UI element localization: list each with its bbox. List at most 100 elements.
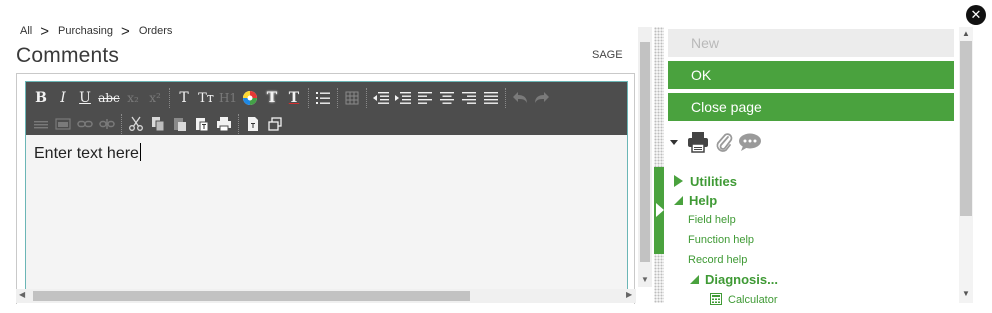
ok-button[interactable]: OK: [668, 61, 954, 89]
table-button[interactable]: [341, 87, 363, 109]
bold-button[interactable]: B: [30, 87, 52, 109]
paste-text-icon: [196, 118, 209, 132]
heading-button[interactable]: H1: [217, 87, 239, 109]
image-icon: [55, 118, 71, 130]
collapse-icon: [674, 196, 683, 205]
scroll-down-icon[interactable]: ▼: [962, 289, 970, 298]
breadcrumb: All > Purchasing > Orders: [20, 22, 173, 40]
editor-toolbar: B I U abc x₂ x² T Tᴛ H1 T T: [26, 82, 627, 135]
panel-splitter[interactable]: [654, 27, 664, 303]
calculator-icon: [710, 293, 722, 305]
redo-button[interactable]: [531, 87, 553, 109]
rich-text-editor[interactable]: B I U abc x₂ x² T Tᴛ H1 T T Enter text h…: [25, 81, 628, 293]
text-color-button[interactable]: T: [261, 87, 283, 109]
expand-arrow-icon: [656, 203, 664, 217]
unlink-icon: [99, 119, 115, 129]
source-button[interactable]: [242, 113, 264, 135]
print-button[interactable]: [213, 113, 235, 135]
paste-icon: [174, 118, 186, 131]
comment-icon[interactable]: [738, 132, 762, 152]
text-highlight-button[interactable]: T: [283, 87, 305, 109]
scrollbar-thumb[interactable]: [960, 41, 972, 216]
outdent-button[interactable]: [370, 87, 392, 109]
font-size-button[interactable]: T: [173, 87, 195, 109]
horizontal-rule-icon: [34, 121, 48, 129]
breadcrumb-separator: >: [121, 22, 130, 40]
strikethrough-button[interactable]: abc: [96, 87, 122, 109]
unlink-button[interactable]: [96, 113, 118, 135]
undo-icon: [513, 92, 527, 103]
indent-button[interactable]: [392, 87, 414, 109]
copy-button[interactable]: [147, 113, 169, 135]
breadcrumb-purchasing[interactable]: Purchasing: [58, 25, 113, 37]
dropdown-caret-icon[interactable]: [670, 139, 678, 145]
scroll-up-icon[interactable]: ▲: [962, 29, 970, 38]
scroll-left-icon[interactable]: ◀: [19, 290, 25, 299]
undo-button[interactable]: [509, 87, 531, 109]
print-icon: [217, 117, 231, 132]
color-picker-button[interactable]: [239, 87, 261, 109]
toolbar-divider: [238, 114, 239, 134]
close-page-button[interactable]: Close page: [668, 93, 954, 121]
outdent-icon: [373, 92, 389, 104]
fullscreen-icon: [268, 117, 282, 131]
editor-text: Enter text here: [34, 145, 139, 162]
list-icon: [316, 92, 330, 104]
fullscreen-button[interactable]: [264, 113, 286, 135]
tree-item-record-help[interactable]: Record help: [688, 254, 747, 266]
tree-node-diagnosis[interactable]: Diagnosis...: [690, 272, 778, 287]
print-icon[interactable]: [686, 131, 710, 153]
company-tag: SAGE: [592, 49, 623, 61]
toolbar-divider: [505, 88, 506, 108]
align-left-button[interactable]: [414, 87, 436, 109]
bullet-list-button[interactable]: [312, 87, 334, 109]
tree-item-function-help[interactable]: Function help: [688, 234, 754, 246]
italic-button[interactable]: I: [52, 87, 74, 109]
link-button[interactable]: [74, 113, 96, 135]
side-panel-scrollbar[interactable]: ▲ ▼: [959, 27, 973, 303]
tree-node-utilities[interactable]: Utilities: [674, 174, 737, 189]
toolbar-divider: [121, 114, 122, 134]
horizontal-rule-button[interactable]: [30, 113, 52, 135]
action-icons: [670, 131, 762, 153]
image-button[interactable]: [52, 113, 74, 135]
superscript-button[interactable]: x²: [144, 87, 166, 109]
paperclip-icon[interactable]: [714, 131, 734, 153]
tree-item-calculator[interactable]: Calculator: [710, 293, 778, 306]
justify-icon: [484, 92, 498, 104]
document-icon: [248, 117, 258, 131]
font-family-button[interactable]: Tᴛ: [195, 87, 217, 109]
paste-button[interactable]: [169, 113, 191, 135]
cut-button[interactable]: [125, 113, 147, 135]
scrollbar-thumb[interactable]: [640, 42, 650, 262]
close-icon[interactable]: ✕: [966, 5, 986, 25]
align-center-icon: [440, 92, 454, 104]
tree-item-field-help[interactable]: Field help: [688, 214, 736, 226]
toolbar-row: B I U abc x₂ x² T Tᴛ H1 T T: [30, 85, 623, 111]
editor-content[interactable]: Enter text here: [26, 135, 627, 171]
breadcrumb-all[interactable]: All: [20, 25, 32, 37]
toolbar-divider: [337, 88, 338, 108]
redo-icon: [535, 92, 549, 103]
toolbar-divider: [366, 88, 367, 108]
horizontal-scrollbar[interactable]: ◀ ▶: [16, 289, 636, 303]
copy-icon: [152, 117, 165, 132]
breadcrumb-orders[interactable]: Orders: [139, 25, 173, 37]
link-icon: [77, 120, 93, 128]
panel-toggle[interactable]: [654, 167, 664, 254]
scrollbar-thumb[interactable]: [33, 291, 470, 301]
underline-button[interactable]: U: [74, 87, 96, 109]
tree-item-label: Calculator: [728, 294, 778, 306]
scroll-right-icon[interactable]: ▶: [626, 290, 632, 299]
main-vertical-scrollbar[interactable]: ▼: [638, 27, 652, 287]
align-right-button[interactable]: [458, 87, 480, 109]
text-caret: [139, 143, 141, 161]
scroll-down-icon[interactable]: ▼: [641, 275, 649, 284]
subscript-button[interactable]: x₂: [122, 87, 144, 109]
new-button[interactable]: New: [668, 29, 954, 57]
toolbar-divider: [169, 88, 170, 108]
justify-button[interactable]: [480, 87, 502, 109]
paste-text-button[interactable]: [191, 113, 213, 135]
align-center-button[interactable]: [436, 87, 458, 109]
tree-node-help[interactable]: Help: [674, 193, 717, 208]
